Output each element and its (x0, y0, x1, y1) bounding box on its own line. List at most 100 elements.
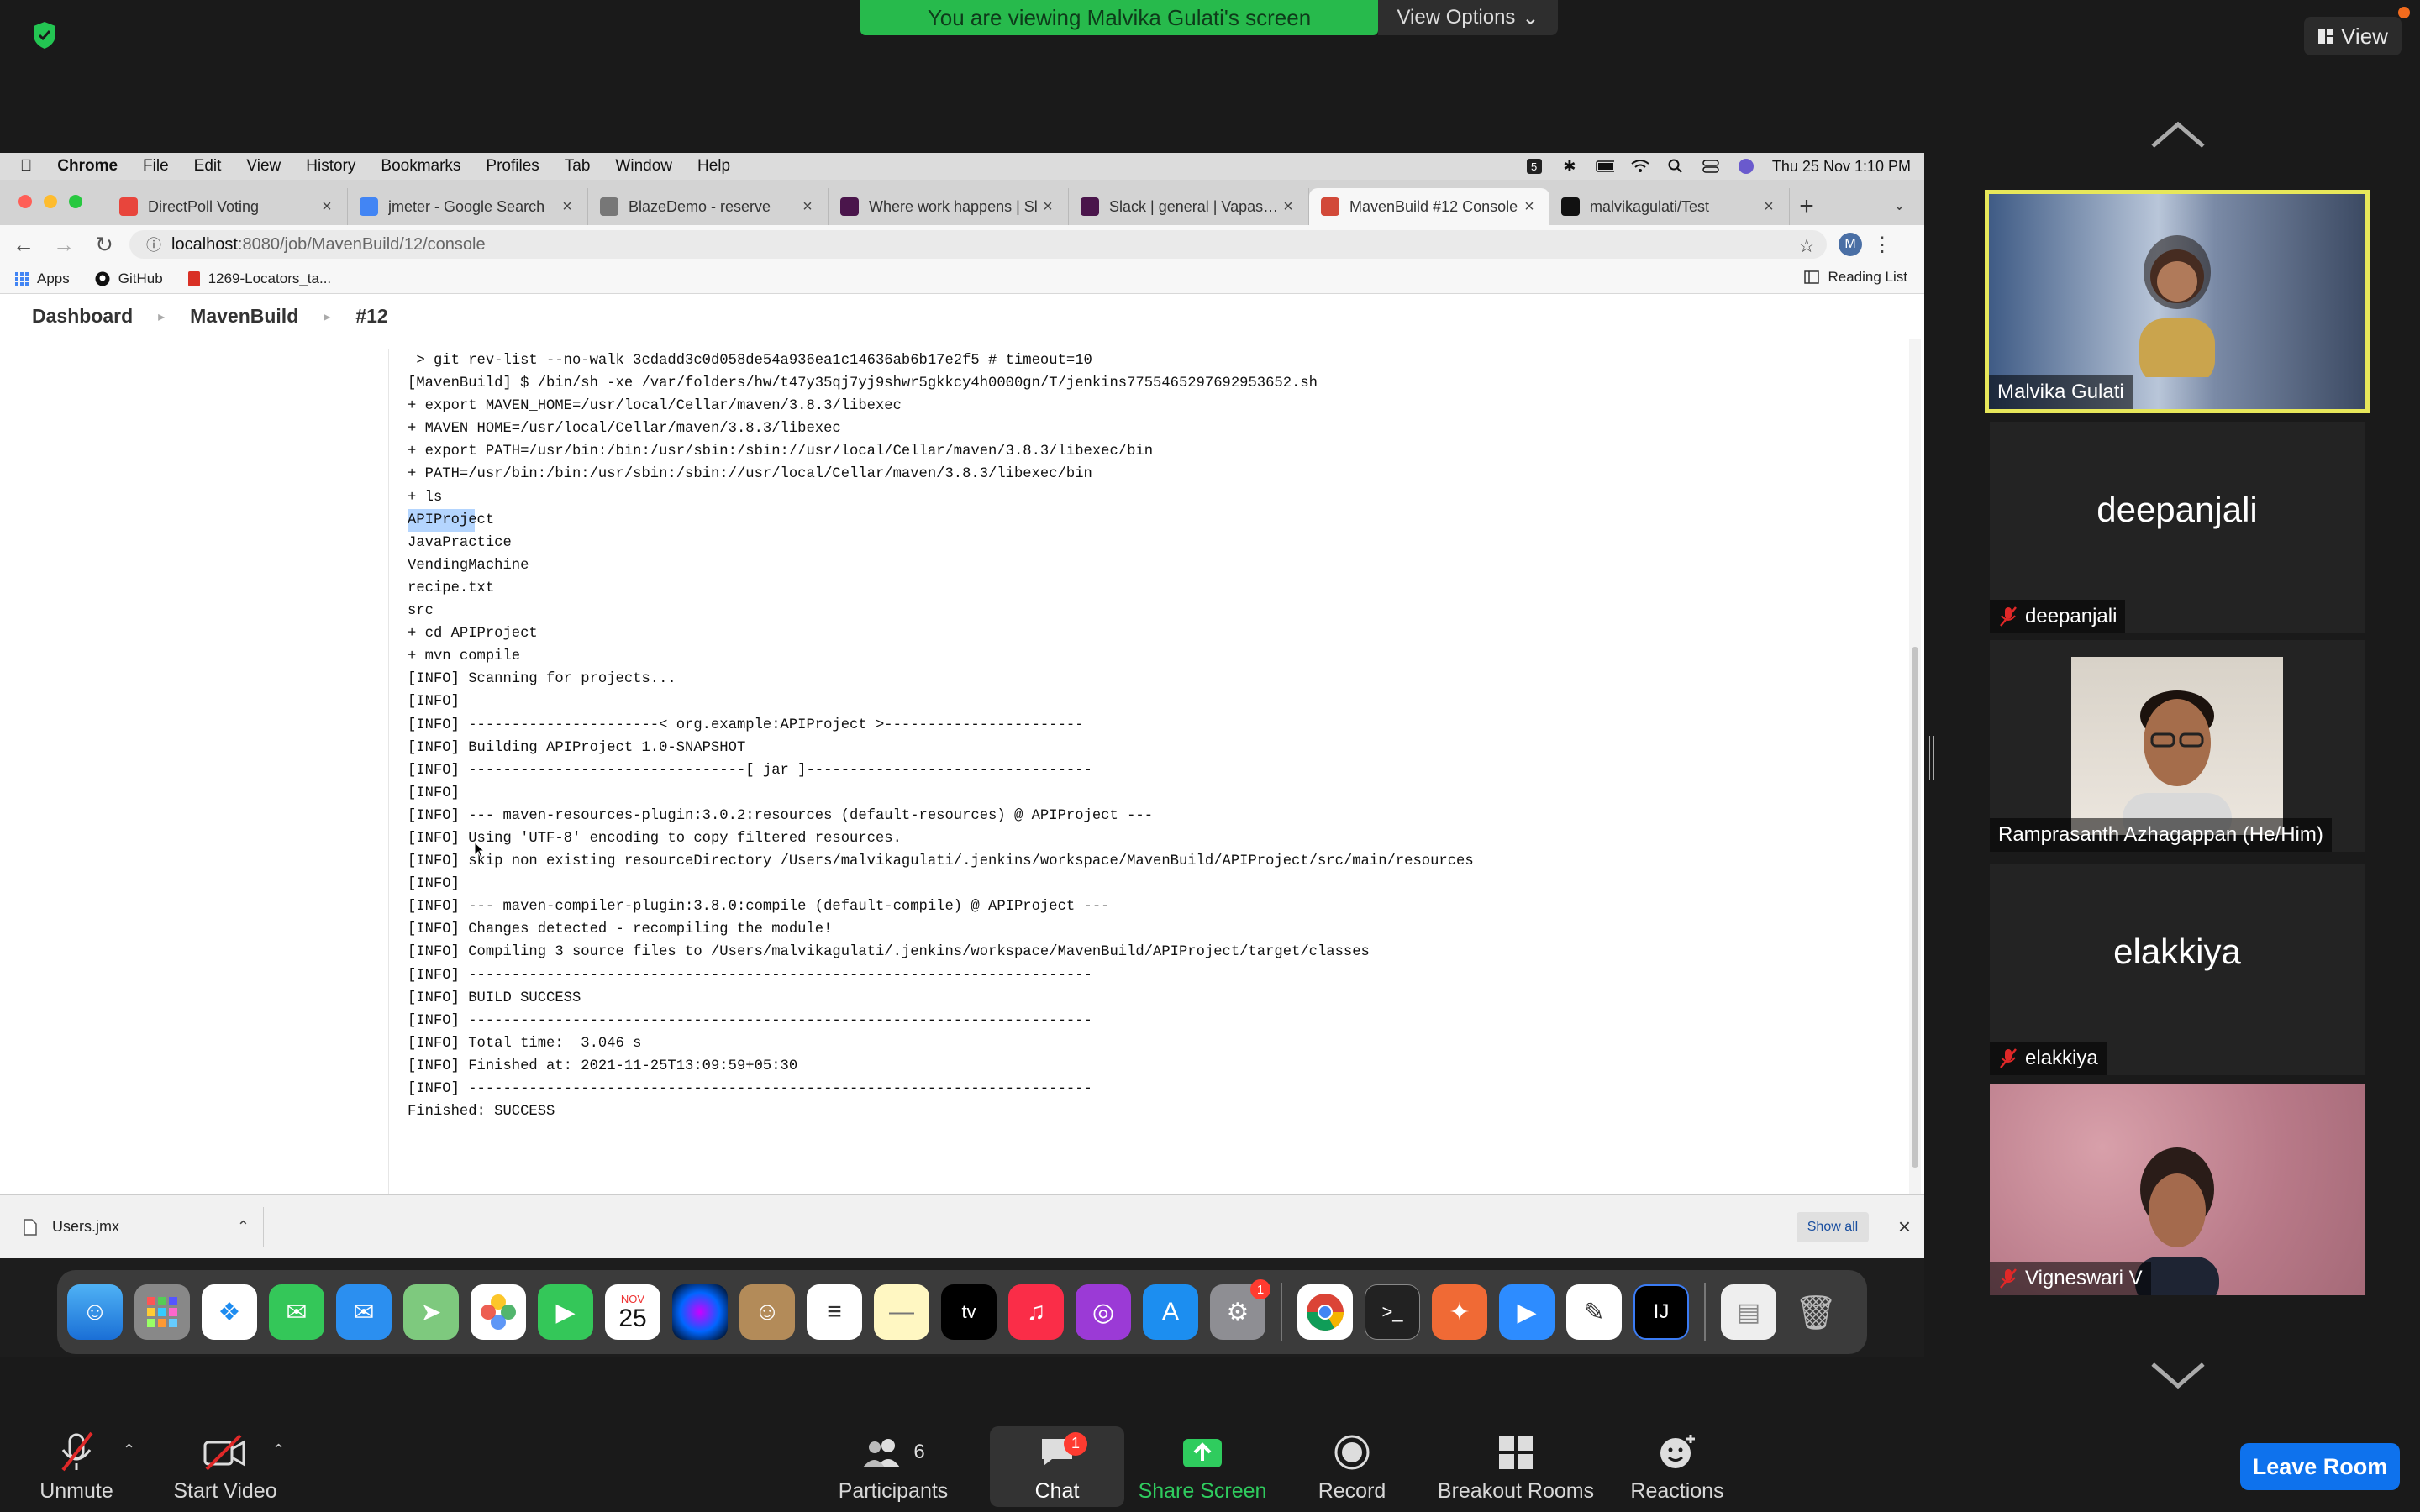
close-tab-icon[interactable]: × (1039, 197, 1056, 217)
participants-button[interactable]: 6 Participants (832, 1421, 955, 1512)
record-button[interactable]: Record (1311, 1421, 1393, 1512)
bluetooth-icon[interactable]: ✱ (1560, 157, 1579, 176)
close-tab-icon[interactable]: × (1521, 197, 1538, 217)
menu-item[interactable]: History (306, 157, 355, 176)
start-video-button[interactable]: Start Video (168, 1421, 282, 1512)
intellij-icon[interactable]: IJ (1634, 1284, 1689, 1340)
music-icon[interactable]: ♫ (1008, 1284, 1064, 1340)
menu-item[interactable]: Bookmarks (381, 157, 460, 176)
participant-tile-malvika[interactable]: Malvika Gulati (1985, 190, 2370, 413)
maps-icon[interactable]: ➤ (403, 1284, 459, 1340)
apple-icon[interactable]:  (20, 157, 32, 176)
breadcrumb-dashboard[interactable]: Dashboard (32, 305, 133, 328)
forward-button[interactable]: → (47, 228, 81, 261)
menu-item[interactable]: Help (697, 157, 730, 176)
reactions-button[interactable]: Reactions (1627, 1421, 1728, 1512)
view-button[interactable]: View (2304, 17, 2402, 55)
bookmark-star-icon[interactable]: ☆ (1798, 235, 1815, 257)
tab-search-icon[interactable]: ⌄ (1893, 197, 1906, 214)
mail-icon[interactable]: ✉ (336, 1284, 392, 1340)
browser-tab[interactable]: MavenBuild #12 Console × (1309, 188, 1549, 225)
bookmark-locators[interactable]: 1269-Locators_ta... (187, 270, 331, 287)
scrivener-icon[interactable]: 5 (1525, 157, 1544, 176)
wifi-icon[interactable] (1631, 157, 1649, 176)
breakout-rooms-button[interactable]: Breakout Rooms (1434, 1421, 1598, 1512)
close-tab-icon[interactable]: × (1760, 197, 1777, 217)
photos-icon[interactable] (471, 1284, 526, 1340)
trash-icon[interactable]: 🗑 (1788, 1284, 1844, 1340)
bookmark-apps[interactable]: Apps (15, 270, 70, 287)
chevron-up-icon[interactable]: ⌃ (237, 1218, 250, 1236)
messages-icon[interactable]: ✉ (269, 1284, 324, 1340)
close-icon[interactable]: × (1898, 1214, 1911, 1240)
view-options-button[interactable]: View Options ⌄ (1378, 0, 1558, 35)
battery-icon[interactable] (1596, 157, 1614, 176)
browser-tab[interactable]: Slack | general | Vapasi Q × (1069, 188, 1309, 225)
apple-tv-icon[interactable]: tv (941, 1284, 997, 1340)
finder-icon[interactable]: ☺ (67, 1284, 123, 1340)
close-tab-icon[interactable]: × (1280, 197, 1297, 217)
menu-item[interactable]: File (143, 157, 169, 176)
participant-tile-elakkiya[interactable]: elakkiya elakkiya (1990, 864, 2365, 1075)
back-button[interactable]: ← (7, 228, 40, 261)
scrollbar-thumb[interactable] (1912, 647, 1918, 1168)
show-all-button[interactable]: Show all (1797, 1212, 1869, 1242)
system-preferences-icon[interactable]: ⚙ 1 (1210, 1279, 1270, 1340)
unmute-button[interactable]: Unmute (25, 1421, 128, 1512)
menu-item[interactable]: Profiles (486, 157, 539, 176)
chrome-icon[interactable] (1297, 1284, 1353, 1340)
bookmark-github[interactable]: GitHub (95, 270, 163, 287)
browser-tab[interactable]: malvikagulati/Test × (1549, 188, 1790, 225)
participant-tile-ramprasanth[interactable]: Ramprasanth Azhagappan (He/Him) (1990, 640, 2365, 852)
audio-options-chevron-icon[interactable]: ⌃ (123, 1441, 135, 1459)
safari-icon[interactable]: ❖ (202, 1284, 257, 1340)
podcasts-icon[interactable]: ◎ (1076, 1284, 1131, 1340)
zoom-window-icon[interactable] (69, 195, 82, 208)
address-bar[interactable]: ⓘ localhost:8080/job/MavenBuild/12/conso… (129, 230, 1827, 259)
reading-list-button[interactable]: Reading List (1804, 269, 1907, 286)
breadcrumb-build[interactable]: #12 (355, 305, 387, 328)
browser-tab[interactable]: DirectPoll Voting × (108, 188, 348, 225)
reminders-icon[interactable]: ≡ (807, 1284, 862, 1340)
security-shield-icon[interactable] (24, 17, 66, 54)
documents-stack-icon[interactable]: ▤ (1721, 1284, 1776, 1340)
notes-icon[interactable]: — (874, 1284, 929, 1340)
close-tab-icon[interactable]: × (799, 197, 816, 217)
control-center-icon[interactable] (1702, 157, 1720, 176)
minimize-window-icon[interactable] (44, 195, 57, 208)
info-icon[interactable]: ⓘ (146, 234, 161, 255)
gallery-scroll-down-icon[interactable] (2148, 1359, 2208, 1393)
breadcrumb-job[interactable]: MavenBuild (190, 305, 298, 328)
terminal-icon[interactable]: >_ (1365, 1284, 1420, 1340)
facetime-icon[interactable]: ▶ (538, 1284, 593, 1340)
chrome-menu-icon[interactable]: ⋮ (1872, 233, 1892, 257)
launchpad-icon[interactable] (134, 1284, 190, 1340)
video-options-chevron-icon[interactable]: ⌃ (272, 1441, 285, 1459)
participant-tile-deepanjali[interactable]: deepanjali deepanjali (1990, 422, 2365, 633)
reload-button[interactable]: ↻ (87, 228, 121, 261)
siri-dock-icon[interactable] (672, 1284, 728, 1340)
gallery-resize-handle[interactable] (1929, 736, 1934, 780)
close-window-icon[interactable] (18, 195, 32, 208)
download-item[interactable]: Users.jmx ⌃ (24, 1206, 264, 1247)
siri-icon[interactable] (1737, 157, 1755, 176)
browser-tab[interactable]: jmeter - Google Search × (348, 188, 588, 225)
zoom-icon[interactable]: ▶ (1499, 1284, 1555, 1340)
profile-avatar[interactable]: M (1839, 233, 1862, 256)
participant-tile-vigneswari[interactable]: Vigneswari V (1990, 1084, 2365, 1295)
menu-item[interactable]: Window (615, 157, 672, 176)
contacts-icon[interactable]: ☺ (739, 1284, 795, 1340)
gallery-scroll-up-icon[interactable] (2148, 118, 2208, 151)
textedit-icon[interactable]: ✎ (1566, 1284, 1622, 1340)
menu-item[interactable]: Edit (194, 157, 222, 176)
new-tab-button[interactable]: + (1790, 188, 1823, 225)
menu-item[interactable]: View (246, 157, 281, 176)
menu-item[interactable]: Chrome (57, 157, 118, 176)
share-screen-button[interactable]: Share Screen (1134, 1421, 1270, 1512)
close-tab-icon[interactable]: × (559, 197, 576, 217)
leave-room-button[interactable]: Leave Room (2240, 1443, 2400, 1490)
spotlight-search-icon[interactable] (1666, 157, 1685, 176)
browser-tab[interactable]: Where work happens | Sl × (829, 188, 1069, 225)
chat-button[interactable]: 1 Chat (990, 1421, 1124, 1512)
postman-icon[interactable]: ✦ (1432, 1284, 1487, 1340)
